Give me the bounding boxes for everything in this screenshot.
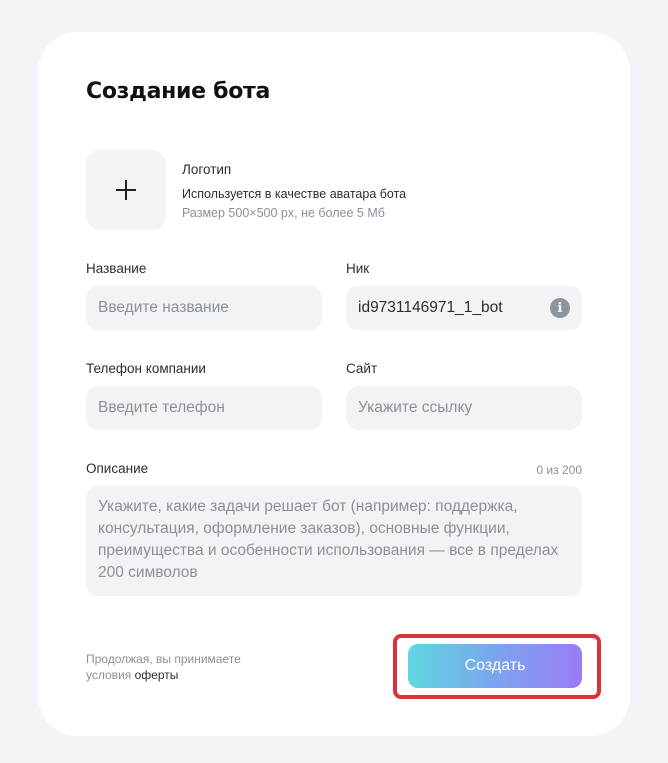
plus-icon — [116, 180, 136, 200]
create-bot-card: Создание бота Логотип Используется в кач… — [38, 32, 630, 736]
nick-value: id9731146971_1_bot — [358, 299, 503, 316]
site-label: Сайт — [346, 361, 378, 376]
nick-label: Ник — [346, 261, 370, 276]
logo-upload-button[interactable] — [86, 150, 166, 230]
name-input[interactable] — [86, 286, 322, 330]
terms-line-1: Продолжая, вы принимаете — [86, 652, 241, 666]
create-button[interactable]: Создать — [408, 644, 582, 688]
phone-label: Телефон компании — [86, 361, 206, 376]
phone-input[interactable] — [86, 386, 322, 430]
description-textarea[interactable] — [86, 486, 582, 596]
logo-description: Используется в качестве аватара бота — [182, 187, 407, 201]
name-label: Название — [86, 261, 147, 276]
logo-size-hint: Размер 500×500 px, не более 5 Мб — [182, 206, 385, 220]
nick-field[interactable]: id9731146971_1_bot i — [346, 286, 582, 330]
offer-link[interactable]: оферты — [135, 668, 179, 682]
character-counter: 0 из 200 — [536, 463, 582, 477]
site-input[interactable] — [346, 386, 582, 430]
description-label: Описание — [86, 461, 149, 476]
terms-prefix: условия — [86, 668, 132, 682]
terms-text: Продолжая, вы принимаете условия оферты — [86, 651, 241, 683]
logo-label: Логотип — [182, 162, 232, 177]
page-title: Создание бота — [86, 79, 271, 104]
info-icon[interactable]: i — [550, 298, 570, 318]
terms-line-2: условия оферты — [86, 667, 241, 683]
